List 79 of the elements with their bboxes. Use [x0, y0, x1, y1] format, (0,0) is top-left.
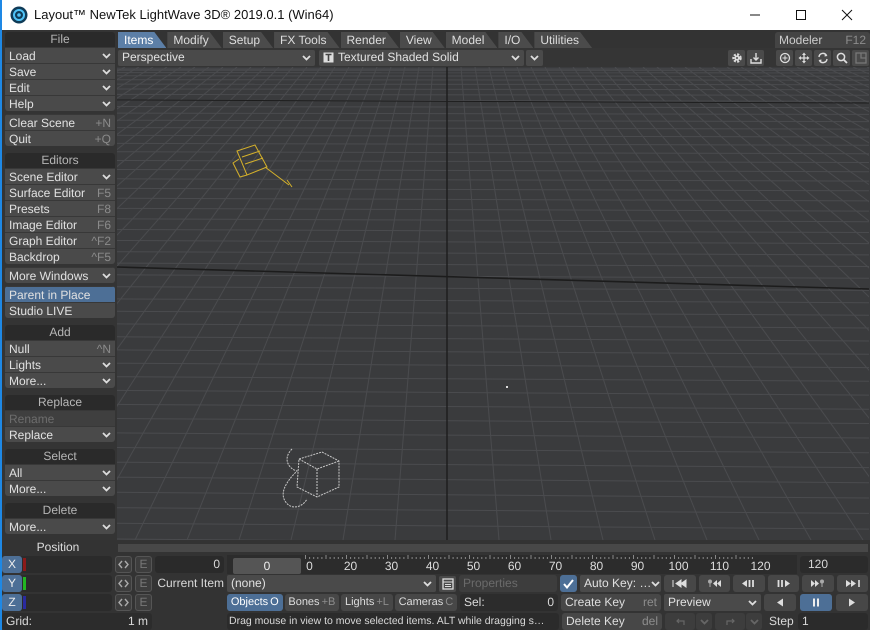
axis-value-field[interactable]: Y — [2, 575, 112, 592]
tick-label: 70 — [548, 558, 564, 574]
sidebar-button[interactable]: Replace — [5, 426, 115, 442]
tick-label: 60 — [506, 558, 522, 574]
item-type-button[interactable]: Lights +L — [341, 594, 393, 611]
sidebar-button[interactable]: More... — [5, 480, 115, 496]
tick-label: 120 — [749, 558, 772, 574]
tick-label: 20 — [342, 558, 358, 574]
section-header: Replace — [36, 395, 84, 410]
tick-label: 40 — [424, 558, 440, 574]
sidebar-button[interactable]: Edit — [5, 79, 115, 95]
sidebar-button[interactable]: More... — [5, 372, 115, 388]
axis-button[interactable]: X — [2, 556, 22, 573]
delete-key-button[interactable]: Delete Key del — [562, 613, 662, 630]
sidebar-button[interactable]: Parent in Place — [5, 286, 115, 302]
sidebar-button[interactable]: Backdrop ^F5 — [5, 248, 115, 264]
sidebar-button[interactable]: Lights — [5, 356, 115, 372]
sidebar-button[interactable]: All — [5, 464, 115, 480]
item-type-button[interactable]: Objects O — [227, 594, 283, 611]
step-label: Step — [768, 614, 795, 629]
tab[interactable]: Model — [446, 32, 498, 48]
tick-label: 90 — [630, 558, 646, 574]
end-frame-field[interactable]: 120 — [800, 556, 868, 573]
tab[interactable]: I/O — [498, 32, 534, 48]
timeline-slider[interactable]: 0 0 20 30 40 50 60 70 80 90 100 110 120 — [227, 555, 797, 574]
tick-label: 80 — [588, 558, 604, 574]
section-header: File — [49, 32, 71, 47]
sidebar-button[interactable]: Studio LIVE — [5, 302, 115, 318]
grid-size-field: Grid: 1 m — [2, 613, 152, 630]
modeler-button[interactable]: Modeler F12 — [775, 32, 870, 48]
sidebar-button[interactable]: Presets F8 — [5, 200, 115, 216]
sidebar-button[interactable]: Load — [5, 47, 115, 63]
axis-button[interactable]: Y — [2, 575, 22, 592]
status-message: Drag mouse in view to move selected items. ALT while dragging s… — [227, 613, 559, 630]
render-mode-dropdown[interactable]: Textured Shaded Solid — [319, 50, 524, 66]
tab[interactable]: Render — [340, 32, 399, 48]
sidebar-button[interactable]: Save — [5, 63, 115, 79]
step-field[interactable]: 1 — [798, 613, 868, 630]
timeline-thumb[interactable]: 0 — [233, 558, 301, 574]
sidebar-button[interactable]: Scene Editor — [5, 168, 115, 184]
tick-label: 0 — [305, 558, 314, 574]
current-frame-field[interactable]: 0 — [155, 556, 224, 573]
axis-value-field[interactable]: Z — [2, 594, 112, 611]
sidebar-button[interactable]: Graph Editor ^F2 — [5, 232, 115, 248]
sidebar-button[interactable]: Quit +Q — [5, 130, 115, 146]
preview-dropdown[interactable]: Preview — [664, 594, 761, 611]
sidebar-button[interactable]: Surface Editor F5 — [5, 184, 115, 200]
section-header: Editors — [40, 153, 80, 168]
auto-key-dropdown[interactable]: Auto Key: … — [580, 575, 661, 592]
current-item-dropdown[interactable]: (none) — [227, 575, 436, 592]
sidebar-button[interactable]: Help — [5, 95, 115, 111]
selection-count-field: Sel: 0 — [460, 594, 558, 611]
sidebar-button[interactable]: More... — [5, 518, 115, 534]
section-header: Delete — [42, 503, 78, 518]
item-type-button[interactable]: Cameras C — [394, 594, 457, 611]
sidebar-button[interactable]: Clear Scene +N — [5, 114, 115, 130]
window-title: Layout™ NewTek LightWave 3D® 2019.0.1 (Win64) — [33, 7, 335, 23]
create-key-button[interactable]: Create Key ret — [561, 594, 661, 611]
tab[interactable]: Utilities — [534, 32, 592, 48]
axis-button[interactable]: Z — [2, 594, 22, 611]
tab[interactable]: Setup — [222, 32, 274, 48]
tab[interactable]: View — [400, 32, 445, 48]
tick-label: 110 — [708, 558, 730, 574]
tab[interactable]: FX Tools — [274, 32, 340, 48]
tab[interactable]: Items — [118, 32, 166, 48]
tick-label: 100 — [667, 558, 690, 574]
axis-value-field[interactable]: X — [2, 556, 112, 573]
section-header: Add — [48, 325, 72, 340]
tick-label: 50 — [466, 558, 482, 574]
sidebar-button[interactable]: More Windows — [5, 267, 115, 283]
tick-label: 30 — [384, 558, 400, 574]
panel-title: Position — [36, 540, 80, 555]
item-type-button[interactable]: Bones +B — [284, 594, 340, 611]
view-dropdown[interactable]: Perspective — [118, 50, 315, 66]
section-header: Select — [42, 449, 78, 464]
tab[interactable]: Modify — [167, 32, 222, 48]
sidebar-button[interactable]: Image Editor F6 — [5, 216, 115, 232]
sidebar-button[interactable]: Null ^N — [5, 340, 115, 356]
current-item-label: Current Item — [156, 576, 224, 591]
